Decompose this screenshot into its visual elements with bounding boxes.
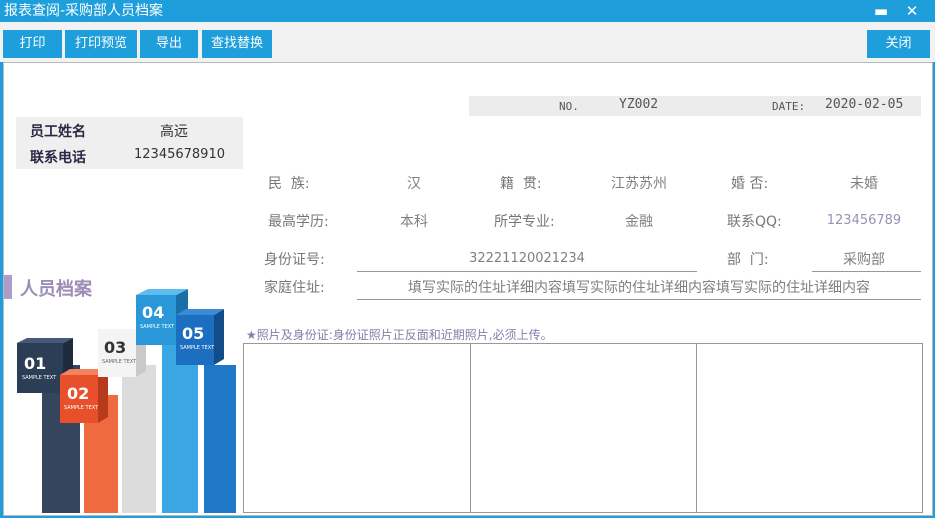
employee-name-label: 员工姓名 [30, 124, 86, 140]
no-label: NO. [559, 100, 579, 113]
find-replace-button[interactable]: 查找替换 [202, 30, 272, 58]
export-button[interactable]: 导出 [140, 30, 198, 58]
qq-value: 123456789 [826, 213, 902, 228]
address-label: 家庭住址: [264, 280, 325, 296]
close-button[interactable]: 关闭 [867, 30, 930, 58]
major-label: 所学专业: [494, 214, 555, 230]
report-sheet: NO. YZ002 DATE: 2020-02-05 员工姓名 高远 联系电话 … [3, 62, 933, 516]
address-value: 填写实际的住址详细内容填写实际的住址详细内容填写实际的住址详细内容 [408, 280, 870, 296]
employee-phone-value: 12345678910 [134, 147, 225, 162]
employee-name-value: 高远 [160, 124, 188, 140]
minimize-icon[interactable]: ▬ [871, 1, 891, 21]
department-value: 采购部 [843, 252, 885, 268]
infographic-caption-02: SAMPLE TEXT [64, 405, 99, 411]
id-number-label: 身份证号: [264, 252, 325, 268]
id-number-underline [357, 271, 697, 272]
photo-slot-1[interactable] [244, 344, 470, 512]
infographic-pillar-05 [204, 365, 236, 513]
id-number-value: 32221120021234 [469, 251, 585, 266]
photo-grid [243, 343, 923, 513]
infographic-num-04: 04 [142, 303, 164, 322]
qq-label: 联系QQ: [727, 214, 782, 230]
no-value: YZ002 [619, 97, 659, 112]
address-underline [357, 299, 921, 300]
title-bar: 报表查阅-采购部人员档案 ▬ ✕ [0, 0, 935, 22]
infographic-illustration: 01 SAMPLE TEXT 02 SAMPLE TEXT 03 SAMPLE … [17, 289, 236, 513]
origin-value: 江苏苏州 [611, 176, 667, 192]
date-label: DATE: [772, 100, 806, 113]
infographic-num-05: 05 [182, 324, 204, 343]
department-underline [812, 271, 921, 272]
infographic-caption-04: SAMPLE TEXT [140, 324, 175, 330]
ethnicity-value: 汉 [407, 176, 421, 192]
infographic-caption-01: SAMPLE TEXT [22, 375, 57, 381]
department-label: 部 门: [727, 252, 769, 268]
infographic-pillar-03 [122, 365, 156, 513]
section-accent-bar [4, 275, 12, 299]
marital-value: 未婚 [850, 176, 878, 192]
origin-label: 籍 贯: [500, 176, 542, 192]
photo-slot-3[interactable] [696, 344, 922, 512]
close-window-icon[interactable]: ✕ [902, 1, 922, 21]
infographic-num-02: 02 [67, 384, 89, 403]
major-value: 金融 [625, 214, 653, 230]
window-title: 报表查阅-采购部人员档案 [4, 3, 164, 19]
infographic-caption-05: SAMPLE TEXT [180, 345, 215, 351]
employee-phone-label: 联系电话 [30, 150, 86, 166]
print-preview-button[interactable]: 打印预览 [65, 30, 137, 58]
date-value: 2020-02-05 [825, 97, 904, 112]
infographic-num-03: 03 [104, 338, 126, 357]
print-button[interactable]: 打印 [3, 30, 62, 58]
photo-note: ★照片及身份证:身份证照片正反面和近期照片,必须上传。 [246, 328, 553, 342]
education-value: 本科 [400, 214, 428, 230]
toolbar: 打印 打印预览 导出 查找替换 关闭 [0, 22, 935, 62]
infographic-caption-03: SAMPLE TEXT [102, 359, 137, 365]
infographic-num-01: 01 [24, 354, 46, 373]
education-label: 最高学历: [268, 214, 329, 230]
photo-slot-2[interactable] [470, 344, 697, 512]
ethnicity-label: 民 族: [268, 176, 310, 192]
marital-label: 婚 否: [731, 176, 769, 192]
